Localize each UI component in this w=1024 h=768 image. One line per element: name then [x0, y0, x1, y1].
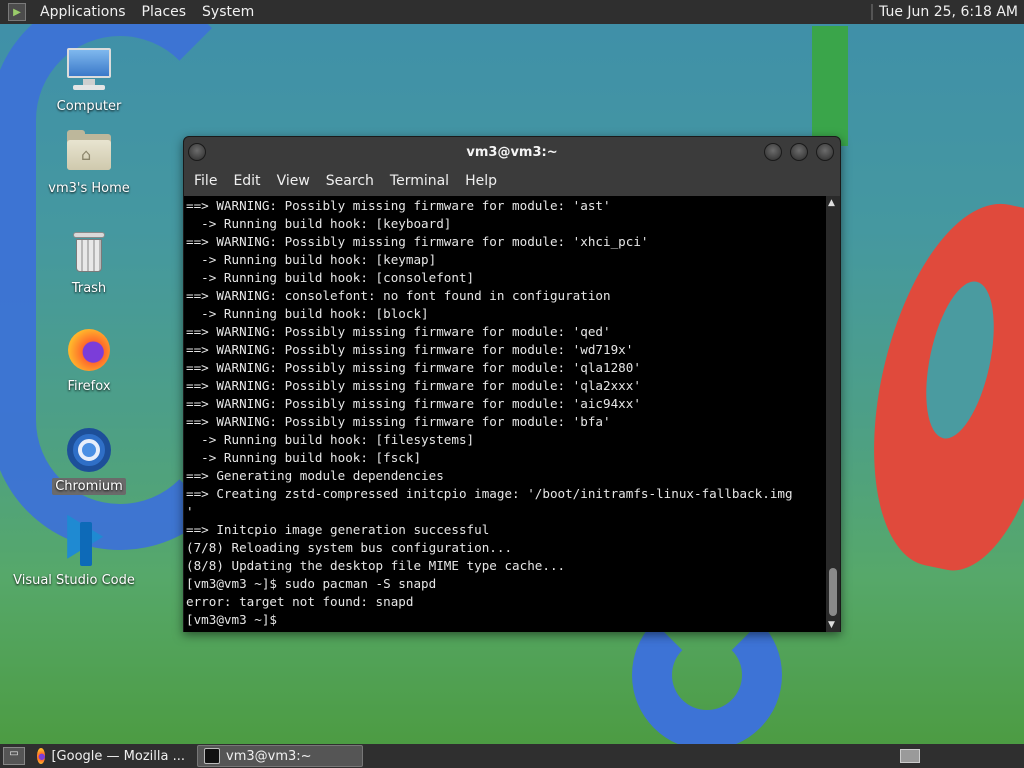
applications-menu[interactable]: Applications	[32, 4, 134, 20]
trash-icon	[65, 228, 113, 276]
terminal-line: -> Running build hook: [consolefont]	[186, 270, 475, 285]
minimize-icon[interactable]	[764, 143, 782, 161]
show-desktop-icon[interactable]: ▭	[3, 747, 25, 765]
terminal-line: error: target not found: snapd	[186, 594, 414, 609]
scroll-down-icon[interactable]: ▼	[828, 620, 835, 630]
desktop-icon-label: Computer	[56, 99, 122, 114]
taskbar-item-label: vm3@vm3:~	[226, 748, 312, 764]
terminal-line: ==> Creating zstd-compressed initcpio im…	[186, 486, 793, 501]
wallpaper-l-shape	[812, 26, 848, 146]
terminal-line: ==> WARNING: Possibly missing firmware f…	[186, 360, 641, 375]
maximize-icon[interactable]	[790, 143, 808, 161]
terminal-line: ==> Generating module dependencies	[186, 468, 444, 483]
menu-edit[interactable]: Edit	[225, 173, 268, 189]
main-menu-icon[interactable]: ▶	[8, 3, 26, 21]
window-title: vm3@vm3:~	[466, 144, 558, 160]
taskbar-item-terminal[interactable]: vm3@vm3:~	[197, 745, 363, 767]
desktop-icon-vscode[interactable]: Visual Studio Code	[10, 514, 138, 589]
terminal-line: ==> WARNING: Possibly missing firmware f…	[186, 396, 641, 411]
terminal-line: -> Running build hook: [keymap]	[186, 252, 437, 267]
panel-separator	[871, 4, 874, 20]
desktop-icon-label: vm3's Home	[48, 181, 130, 196]
menu-view[interactable]: View	[269, 173, 318, 189]
menu-file[interactable]: File	[186, 173, 225, 189]
firefox-icon	[65, 326, 113, 374]
wallpaper-e-shape	[845, 186, 1024, 584]
terminal-line: (7/8) Reloading system bus configuration…	[186, 540, 513, 555]
terminal-line: ==> WARNING: consolefont: no font found …	[186, 288, 611, 303]
menu-search[interactable]: Search	[318, 173, 382, 189]
window-menu-icon[interactable]	[188, 143, 206, 161]
clock[interactable]: Tue Jun 25, 6:18 AM	[879, 4, 1024, 20]
system-menu[interactable]: System	[194, 4, 262, 20]
terminal-line: ==> WARNING: Possibly missing firmware f…	[186, 378, 641, 393]
vscode-icon	[50, 514, 104, 568]
computer-icon	[65, 46, 113, 94]
desktop-icon-firefox[interactable]: Firefox	[24, 326, 154, 395]
menu-terminal[interactable]: Terminal	[382, 173, 457, 189]
desktop-icon-trash[interactable]: Trash	[24, 228, 154, 297]
terminal-menubar: File Edit View Search Terminal Help	[184, 167, 840, 195]
terminal-line: ==> WARNING: Possibly missing firmware f…	[186, 234, 649, 249]
desktop-icon-computer[interactable]: Computer	[24, 46, 154, 115]
terminal-line: [vm3@vm3 ~]$ sudo pacman -S snapd	[186, 576, 437, 591]
terminal-line: (8/8) Updating the desktop file MIME typ…	[186, 558, 566, 573]
terminal-line: [vm3@vm3 ~]$	[186, 612, 285, 627]
bottom-panel: ▭ [Google — Mozilla ... vm3@vm3:~	[0, 744, 1024, 768]
top-panel: ▶ Applications Places System Tue Jun 25,…	[0, 0, 1024, 24]
terminal-line: ==> WARNING: Possibly missing firmware f…	[186, 324, 611, 339]
terminal-line: '	[186, 504, 194, 519]
window-titlebar[interactable]: vm3@vm3:~	[184, 137, 840, 167]
desktop-icon-label: Visual Studio Code	[13, 573, 135, 588]
menu-help[interactable]: Help	[457, 173, 505, 189]
terminal-scrollbar[interactable]: ▲ ▼	[826, 196, 840, 632]
terminal-line: -> Running build hook: [filesystems]	[186, 432, 475, 447]
terminal-line: ==> Initcpio image generation successful	[186, 522, 490, 537]
taskbar-item-label: [Google — Mozilla ...	[51, 748, 185, 764]
workspace-switcher[interactable]	[900, 749, 920, 763]
places-menu[interactable]: Places	[134, 4, 195, 20]
terminal-line: -> Running build hook: [block]	[186, 306, 429, 321]
firefox-icon	[37, 748, 46, 764]
desktop-icon-label: Chromium	[52, 478, 126, 495]
desktop-icon-label: Firefox	[67, 379, 111, 394]
wallpaper-e-hole	[914, 275, 1006, 445]
scrollbar-thumb[interactable]	[829, 568, 837, 616]
desktop-icon-chromium[interactable]: Chromium	[24, 426, 154, 495]
desktop-icon-home[interactable]: ⌂ vm3's Home	[24, 128, 154, 197]
terminal-line: -> Running build hook: [keyboard]	[186, 216, 452, 231]
terminal-line: -> Running build hook: [fsck]	[186, 450, 422, 465]
scroll-up-icon[interactable]: ▲	[828, 198, 835, 208]
home-folder-icon: ⌂	[65, 128, 113, 176]
chromium-icon	[65, 426, 113, 474]
terminal-output[interactable]: ==> WARNING: Possibly missing firmware f…	[184, 196, 826, 632]
taskbar-item-firefox[interactable]: [Google — Mozilla ...	[31, 745, 191, 767]
terminal-line: ==> WARNING: Possibly missing firmware f…	[186, 414, 611, 429]
terminal-icon	[204, 748, 220, 764]
terminal-window[interactable]: vm3@vm3:~ File Edit View Search Terminal…	[183, 136, 841, 632]
terminal-line: ==> WARNING: Possibly missing firmware f…	[186, 342, 634, 357]
terminal-line: ==> WARNING: Possibly missing firmware f…	[186, 198, 611, 213]
close-icon[interactable]	[816, 143, 834, 161]
desktop-icon-label: Trash	[71, 281, 107, 296]
